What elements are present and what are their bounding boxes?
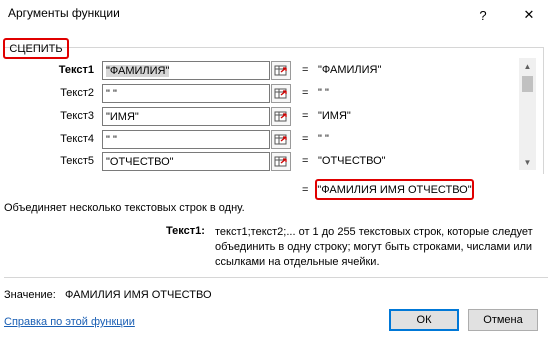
equals-sign: = <box>302 64 309 76</box>
close-icon[interactable]: ✕ <box>506 0 552 30</box>
argument-label: Текст3 <box>60 110 94 122</box>
argument-input-4[interactable]: " " <box>102 130 270 149</box>
collapse-dialog-icon[interactable] <box>271 84 291 103</box>
equals-sign: = <box>302 184 309 196</box>
equals-sign: = <box>302 87 309 99</box>
argument-label: Текст1 <box>58 64 94 76</box>
collapse-dialog-icon[interactable] <box>271 61 291 80</box>
argument-value: "ОТЧЕСТВО" <box>318 155 386 167</box>
argument-help-text: текст1;текст2;... от 1 до 255 текстовых … <box>215 226 533 268</box>
argument-label: Текст5 <box>60 155 94 167</box>
scrollbar-thumb[interactable] <box>522 76 533 92</box>
collapse-dialog-icon[interactable] <box>271 152 291 171</box>
chevron-up-icon[interactable]: ▲ <box>519 58 536 74</box>
collapse-dialog-icon[interactable] <box>271 107 291 126</box>
arguments-scrollbar[interactable]: ▲ ▼ <box>519 58 536 170</box>
collapse-dialog-icon[interactable] <box>271 130 291 149</box>
argument-help-label: Текст1: <box>166 225 205 237</box>
argument-label: Текст2 <box>60 87 94 99</box>
ok-button[interactable]: ОК <box>389 309 459 331</box>
equals-sign: = <box>302 155 309 167</box>
argument-input-5[interactable]: "ОТЧЕСТВО" <box>102 152 270 171</box>
argument-row-1: Текст1 "ФАМИЛИЯ" = "ФАМИЛИЯ" <box>0 61 540 82</box>
argument-value: " " <box>318 133 329 145</box>
argument-input-3[interactable]: "ИМЯ" <box>102 107 270 126</box>
function-name: СЦЕПИТЬ <box>3 38 69 59</box>
formula-value: Значение: ФАМИЛИЯ ИМЯ ОТЧЕСТВО <box>4 289 212 301</box>
argument-row-3: Текст3 "ИМЯ" = "ИМЯ" <box>0 107 540 128</box>
divider <box>4 277 548 278</box>
argument-label: Текст4 <box>60 133 94 145</box>
equals-sign: = <box>302 133 309 145</box>
argument-row-2: Текст2 " " = " " <box>0 84 540 105</box>
argument-row-4: Текст4 " " = " " <box>0 130 540 151</box>
dialog-title: Аргументы функции <box>8 6 120 20</box>
argument-value: "ФАМИЛИЯ" <box>318 64 382 76</box>
help-link[interactable]: Справка по этой функции <box>4 316 135 328</box>
argument-input-2[interactable]: " " <box>102 84 270 103</box>
cancel-button[interactable]: Отмена <box>468 309 538 331</box>
help-icon[interactable]: ? <box>460 0 506 30</box>
argument-row-5: Текст5 "ОТЧЕСТВО" = "ОТЧЕСТВО" <box>0 152 540 173</box>
function-description: Объединяет несколько текстовых строк в о… <box>4 202 245 214</box>
equals-sign: = <box>302 110 309 122</box>
formula-result: "ФАМИЛИЯ ИМЯ ОТЧЕСТВО" <box>315 179 474 200</box>
argument-input-1[interactable]: "ФАМИЛИЯ" <box>102 61 270 80</box>
argument-value: " " <box>318 87 329 99</box>
chevron-down-icon[interactable]: ▼ <box>519 154 536 170</box>
argument-value: "ИМЯ" <box>318 110 351 122</box>
